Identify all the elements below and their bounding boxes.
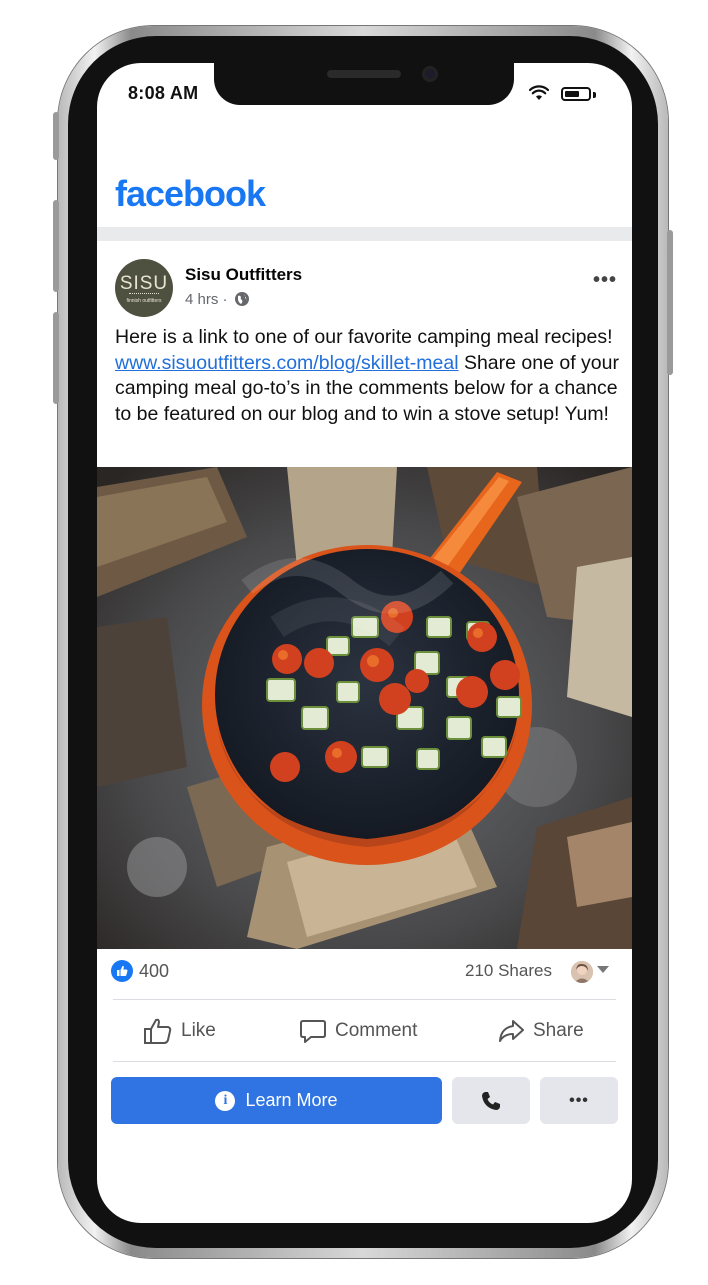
post-options-button[interactable]: ••• [593, 269, 617, 292]
like-count-value: 400 [139, 961, 170, 981]
share-count[interactable]: 210 Shares [465, 961, 552, 981]
post-text-intro: Here is a link to one of our favorite ca… [115, 326, 613, 348]
comment-icon [300, 1020, 326, 1043]
like-reaction-icon [111, 960, 133, 982]
learn-more-button[interactable]: i Learn More [111, 1077, 442, 1124]
avatar-text: SISU [119, 273, 169, 294]
avatar-subtext: finnish outfitters [126, 298, 162, 304]
phone-icon [482, 1091, 500, 1110]
post-timestamp[interactable]: 4 hrs [185, 291, 218, 308]
like-count[interactable]: 400 [111, 960, 169, 982]
more-options-button[interactable]: ••• [540, 1077, 618, 1124]
mute-switch [53, 112, 59, 160]
info-icon: i [215, 1090, 236, 1111]
avatar-wave-mark [129, 293, 159, 297]
learn-more-label: Learn More [245, 1090, 338, 1110]
comment-label: Comment [335, 1020, 418, 1041]
actions-divider [113, 1061, 616, 1062]
volume-down-button [53, 312, 59, 404]
chevron-down-icon[interactable] [597, 966, 609, 973]
sharer-avatar[interactable] [571, 961, 593, 983]
volume-up-button [53, 200, 59, 292]
share-button[interactable]: Share [497, 1016, 584, 1046]
share-arrow-icon [499, 1020, 524, 1042]
front-camera [422, 66, 438, 82]
like-button[interactable]: Like [143, 1016, 216, 1046]
battery-tip [593, 92, 596, 98]
call-button[interactable] [452, 1077, 530, 1124]
campfire-skillet-photo [97, 467, 632, 949]
page-avatar[interactable]: SISU finnish outfitters [115, 259, 173, 317]
globe-icon [234, 292, 249, 306]
post-image[interactable] [97, 467, 632, 949]
share-label: Share [533, 1020, 584, 1041]
thumbs-up-icon [144, 1018, 172, 1044]
phone-screen: 8:08 AM facebook SISU finnish outfitters… [97, 63, 632, 1223]
notch [214, 63, 514, 105]
post-link[interactable]: www.sisuoutfitters.com/blog/skillet-meal [115, 352, 459, 374]
status-time: 8:08 AM [128, 83, 199, 103]
comment-button[interactable]: Comment [299, 1016, 417, 1046]
post-text: Here is a link to one of our favorite ca… [115, 325, 620, 427]
page-name[interactable]: Sisu Outfitters [185, 265, 302, 285]
battery-icon [561, 87, 591, 101]
feed-divider [97, 227, 632, 241]
facebook-logo[interactable]: facebook [115, 173, 266, 215]
engagement-divider [113, 999, 616, 1000]
meta-separator: · [222, 291, 228, 308]
speaker-grille [327, 70, 401, 78]
post-meta: 4 hrs · [185, 291, 250, 308]
power-button [667, 230, 673, 375]
wifi-icon [529, 85, 549, 100]
like-label: Like [181, 1020, 216, 1041]
